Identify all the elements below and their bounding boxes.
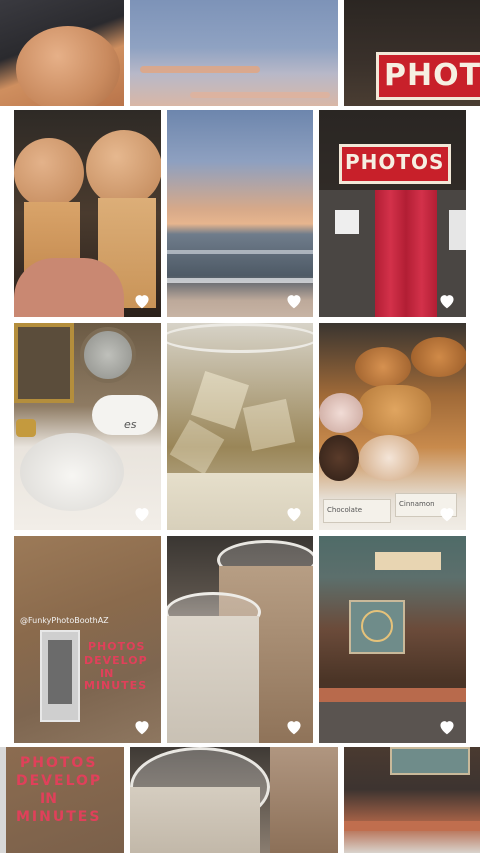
like-heart-icon[interactable] [438,506,456,522]
like-heart-icon[interactable] [285,719,303,735]
like-heart-icon[interactable] [438,293,456,309]
photo-photo-wall-close[interactable]: PHOTOS DEVELOP IN MINUTES [0,747,124,853]
photo-iced-coffee[interactable] [167,323,313,530]
pastry [359,385,431,435]
wall-edge [0,747,6,853]
like-heart-icon[interactable] [285,293,303,309]
photo-cafe-bar[interactable] [319,536,466,743]
instagram-handle: @FunkyPhotoBoothAZ [20,616,109,625]
photos-sign-text: PHOTO [384,58,480,93]
pastry [359,435,419,481]
like-heart-icon[interactable] [438,719,456,735]
cafe-logo-panel [390,747,470,775]
wall-line-1: PHOTOS [88,640,146,653]
like-heart-icon[interactable] [133,293,151,309]
pastry-label-right: Cinnamon [399,500,435,508]
like-heart-icon[interactable] [133,719,151,735]
photo-cafe-counter[interactable] [344,747,480,853]
ice-cream-scoop-shape [16,26,120,106]
iced-cup-back [270,747,338,853]
photo-beach-sunset[interactable] [167,110,313,317]
pastry [319,393,363,433]
iced-cup-front [167,616,259,743]
booth-notice [449,210,466,250]
photo-photos-sign-top[interactable]: PHOTO [344,0,480,106]
like-heart-icon[interactable] [133,506,151,522]
bottom-wall-line-3: IN [40,791,57,807]
photo-slot-window [48,640,72,704]
photo-bathroom-sink[interactable]: es [14,323,161,530]
like-heart-icon[interactable] [285,506,303,522]
photo-iced-drinks[interactable] [167,536,313,743]
right-scoop [86,130,161,206]
bottom-wall-line-2: DEVELOP [16,773,103,789]
glass-rim [167,323,313,353]
hand [14,258,124,317]
left-scoop [14,138,84,208]
sink-basin [20,433,124,511]
photo-photo-booth[interactable]: PHOTOS [319,110,466,317]
bottom-wall-line-4: MINUTES [16,809,102,825]
counter-top [344,821,480,831]
ice-cube [242,398,296,452]
photo-pastries[interactable]: Chocolate Cinnamon [319,323,466,530]
gold-faucet [16,419,36,437]
booth-notice [335,210,359,234]
photos-sign-text: PHOTOS [345,150,445,174]
pastry [319,435,359,481]
wall-line-4: MINUTES [84,679,148,692]
pastry [411,337,466,377]
pendant-light [375,552,441,570]
wave-line [167,278,313,283]
photo-iced-drinks-close[interactable] [130,747,338,853]
towel-monogram: es [124,418,137,431]
iced-cup-front [130,787,260,853]
photo-ice-cream-scoop[interactable] [0,0,124,106]
photo-ice-cream-cones[interactable] [14,110,161,317]
booth-curtain [375,190,437,317]
photo-photo-wall[interactable]: @FunkyPhotoBoothAZ PHOTOS DEVELOP IN MIN… [14,536,161,743]
counter-top [319,688,466,702]
photo-sunset-sky[interactable] [130,0,338,106]
sky-cloud [190,92,330,98]
bottom-wall-line-1: PHOTOS [20,755,98,771]
wall-line-2: DEVELOP [84,654,148,667]
cafe-logo-ring [361,610,393,642]
pastry-label-left: Chocolate [327,506,363,514]
round-mirror [80,327,136,383]
ice-cube [169,419,225,475]
wall-mirror [14,323,74,403]
sky-cloud [140,66,260,73]
ice-cube [191,371,249,429]
pastry [355,347,411,387]
wave-line [167,250,313,254]
